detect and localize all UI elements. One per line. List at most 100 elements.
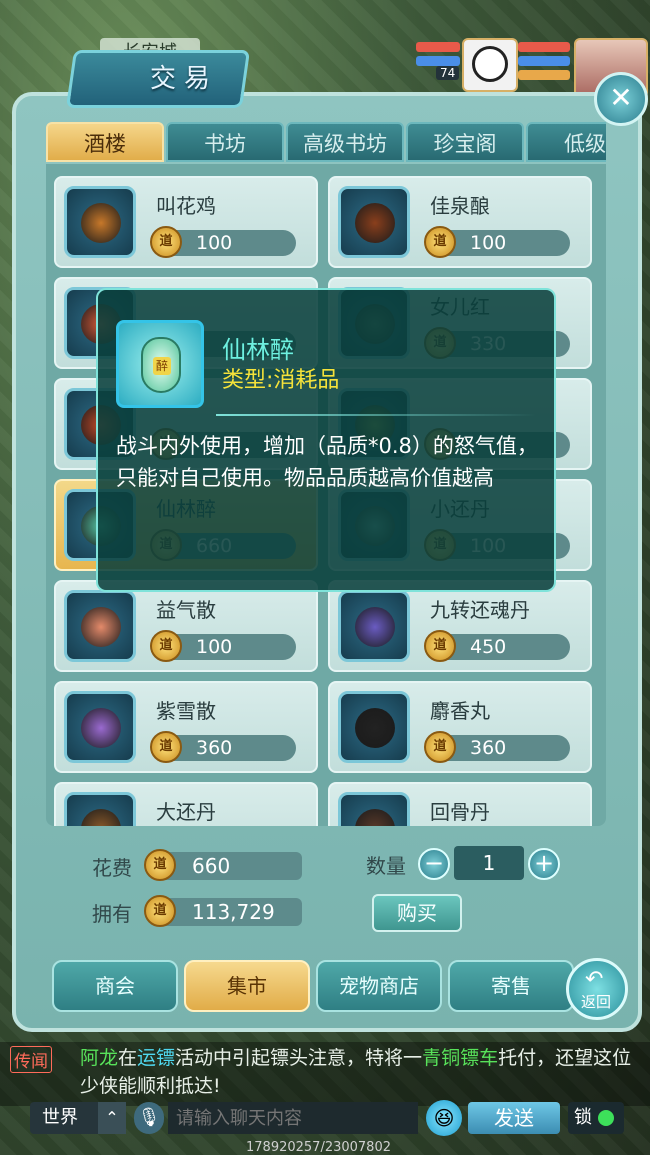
own-label: 拥有: [92, 902, 132, 926]
urn-icon: [355, 809, 395, 826]
hero-mp-bar: [518, 56, 570, 66]
wine-jar-icon: [355, 203, 395, 243]
decrease-quantity-button[interactable]: −: [418, 848, 450, 880]
quantity-label: 数量: [366, 854, 406, 878]
shop-tabs: 酒楼 书坊 高级书坊 珍宝阁 低级: [46, 122, 606, 164]
item-name: 大还丹: [156, 800, 216, 824]
close-button[interactable]: ✕: [594, 72, 648, 126]
item-icon-frame: [64, 691, 136, 763]
item-name: 佳泉酿: [430, 194, 490, 218]
list-item[interactable]: 麝香丸道 360: [328, 681, 592, 773]
lock-label: 锁: [574, 1107, 592, 1128]
item-name: 回骨丹: [430, 800, 490, 824]
tab-pet-shop[interactable]: 宠物商店: [316, 960, 442, 1012]
item-name: 叫花鸡: [156, 194, 216, 218]
purple-powder-icon: [81, 708, 121, 748]
tab-1[interactable]: 书坊: [166, 122, 284, 162]
close-icon: ✕: [609, 81, 633, 114]
list-item[interactable]: 回骨丹道: [328, 782, 592, 826]
hp-bar: [416, 42, 460, 52]
panda-icon: [472, 46, 508, 82]
chat-activity-link[interactable]: 运镖: [137, 1047, 175, 1069]
tooltip-description: 战斗内外使用，增加（品质*0.8）的怒气值，只能对自己使用。物品品质越高价值越高: [116, 434, 538, 490]
tooltip-item-name: 仙林醉: [222, 336, 294, 364]
tab-2[interactable]: 高级书坊: [286, 122, 404, 162]
item-price: 360: [196, 737, 233, 759]
item-name: 麝香丸: [430, 699, 490, 723]
pet-level: 74: [436, 66, 460, 80]
item-price: 360: [470, 737, 507, 759]
lock-toggle[interactable]: 锁: [568, 1102, 624, 1134]
tab-market[interactable]: 集市: [184, 960, 310, 1012]
coin-icon: 道: [150, 226, 182, 258]
tab-3[interactable]: 珍宝阁: [406, 122, 524, 162]
hero-exp-bar: [518, 70, 570, 80]
own-value: 113,729: [192, 900, 275, 924]
tooltip-item-icon: 醉: [116, 320, 204, 408]
item-price: 450: [470, 636, 507, 658]
list-item[interactable]: 大还丹道: [54, 782, 318, 826]
coin-icon: 道: [424, 630, 456, 662]
item-tooltip: 醉 仙林醉 类型:消耗品 战斗内外使用，增加（品质*0.8）的怒气值，只能对自己…: [96, 288, 556, 592]
chat-item-link[interactable]: 青铜镖车: [422, 1047, 498, 1069]
list-item[interactable]: 佳泉酿道 100: [328, 176, 592, 268]
cost-value: 660: [192, 854, 231, 878]
list-item[interactable]: 益气散道 100: [54, 580, 318, 672]
server-id: 178920257/23007802: [246, 1140, 391, 1155]
mp-bar: [416, 56, 460, 66]
chat-input[interactable]: [168, 1102, 418, 1134]
tooltip-divider: [216, 414, 536, 416]
increase-quantity-button[interactable]: +: [528, 848, 560, 880]
powder-pile-icon: [81, 607, 121, 647]
quantity-input[interactable]: 1: [454, 846, 524, 880]
send-button[interactable]: 发送: [468, 1102, 560, 1134]
item-price: 100: [196, 232, 233, 254]
list-item[interactable]: 紫雪散道 360: [54, 681, 318, 773]
hero-hp-bar: [518, 42, 570, 52]
item-price-box: 道 100: [424, 226, 570, 258]
item-icon-frame: [338, 792, 410, 826]
coin-icon: 道: [424, 226, 456, 258]
tab-consignment[interactable]: 寄售: [448, 960, 574, 1012]
return-arrow-icon: ↶: [585, 967, 604, 992]
tab-4[interactable]: 低级: [526, 122, 606, 162]
chat-message-area: 传闻 阿龙在运镖活动中引起镖头注意，特将一青铜镖车托付，还望这位少侠能顺利抵达!: [0, 1042, 650, 1106]
item-icon-frame: [338, 590, 410, 662]
back-label: 返回: [581, 993, 612, 1011]
toggle-indicator-icon: [598, 1110, 614, 1126]
item-name: 九转还魂丹: [430, 598, 530, 622]
back-button[interactable]: ↶ 返回: [566, 958, 628, 1020]
coin-icon: 道: [144, 895, 176, 927]
panel-title: 交易: [150, 64, 219, 94]
tab-chamber-of-commerce[interactable]: 商会: [52, 960, 178, 1012]
item-price-box: 道 450: [424, 630, 570, 662]
item-price: 100: [196, 636, 233, 658]
list-item[interactable]: 九转还魂丹道 450: [328, 580, 592, 672]
item-icon-frame: [64, 590, 136, 662]
item-icon-frame: [64, 792, 136, 826]
microphone-icon[interactable]: 🎙: [134, 1102, 164, 1134]
list-item[interactable]: 叫花鸡道 100: [54, 176, 318, 268]
coin-icon: 道: [424, 731, 456, 763]
cost-value-box: 道 660: [144, 849, 302, 881]
jade-bottle-icon: 醉: [141, 337, 181, 393]
roast-chicken-icon: [81, 203, 121, 243]
tooltip-item-type: 类型:消耗品: [222, 368, 340, 393]
tab-0[interactable]: 酒楼: [46, 122, 164, 162]
chat-player-name[interactable]: 阿龙: [80, 1047, 118, 1069]
buy-button[interactable]: 购买: [372, 894, 462, 932]
chevron-up-icon[interactable]: ⌃: [98, 1102, 126, 1134]
item-price-box: 道 360: [150, 731, 296, 763]
cost-label: 花费: [92, 856, 132, 880]
pet-portrait[interactable]: [462, 38, 518, 92]
item-name: 益气散: [156, 598, 216, 622]
chat-tag: 传闻: [10, 1046, 52, 1073]
chat-bar: 世界 ⌃ 🎙 😆 发送 锁: [0, 1098, 650, 1142]
emoji-icon[interactable]: 😆: [426, 1100, 462, 1136]
item-icon-frame: [338, 186, 410, 258]
coin-icon: 道: [150, 630, 182, 662]
item-price-box: 道 100: [150, 630, 296, 662]
gourd-pills-icon: [355, 607, 395, 647]
coin-icon: 道: [150, 731, 182, 763]
black-pills-icon: [355, 708, 395, 748]
